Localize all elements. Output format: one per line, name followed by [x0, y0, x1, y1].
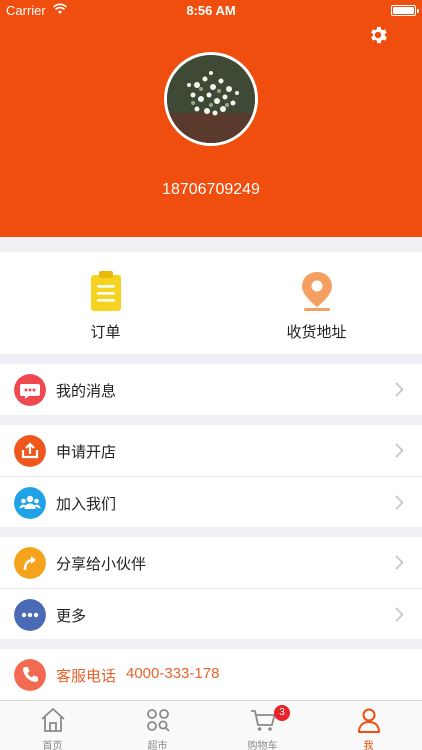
customer-hotline-number: 4000-333-178 — [126, 665, 220, 682]
user-phone-number: 18706709249 — [162, 181, 260, 198]
grid-search-icon — [146, 709, 170, 732]
message-bubble-icon — [14, 374, 46, 406]
my-messages-row[interactable]: 我的消息 — [0, 364, 422, 415]
cart-icon — [250, 710, 275, 731]
more-dots-icon — [14, 599, 46, 631]
tab-bar: 首页 超市 3 购物车 我 — [0, 700, 422, 750]
share-row[interactable]: 分享给小伙伴 — [0, 537, 422, 588]
chevron-right-icon — [395, 607, 404, 622]
more-label: 更多 — [56, 607, 87, 625]
orders-label: 订单 — [90, 323, 121, 341]
home-icon — [40, 708, 65, 732]
join-us-label: 加入我们 — [56, 495, 117, 513]
tab-home-label: 首页 — [42, 741, 63, 750]
location-pin-icon — [301, 272, 332, 311]
menu-group-share: 分享给小伙伴 更多 — [0, 537, 422, 639]
tab-me-label: 我 — [363, 741, 374, 750]
tab-supermarket-label: 超市 — [147, 741, 168, 750]
tab-me[interactable]: 我 — [315, 701, 422, 750]
tab-cart-label: 购物车 — [247, 741, 278, 750]
customer-hotline-row[interactable]: 客服电话 4000-333-178 — [0, 649, 422, 700]
chevron-right-icon — [395, 443, 404, 458]
customer-hotline-label: 客服电话 — [56, 667, 117, 685]
open-store-label: 申请开店 — [56, 443, 117, 461]
shipping-address-button[interactable]: 收货地址 — [211, 252, 422, 354]
menu-group-messages: 我的消息 — [0, 364, 422, 415]
menu-group-business: 申请开店 加入我们 — [0, 425, 422, 527]
avatar-photo — [167, 55, 255, 143]
person-icon — [357, 708, 380, 733]
chevron-right-icon — [395, 555, 404, 570]
chevron-right-icon — [395, 495, 404, 510]
upload-box-icon — [14, 435, 46, 467]
open-store-row[interactable]: 申请开店 — [0, 425, 422, 476]
phone-icon — [14, 659, 46, 691]
clipboard-icon — [90, 271, 121, 311]
menu-group-hotline: 客服电话 4000-333-178 — [0, 649, 422, 700]
join-us-row[interactable]: 加入我们 — [0, 476, 422, 527]
shipping-address-label: 收货地址 — [286, 323, 347, 341]
tab-cart[interactable]: 3 购物车 — [210, 701, 315, 750]
clock: 8:56 AM — [186, 3, 236, 18]
battery-icon — [391, 5, 419, 16]
avatar[interactable] — [164, 52, 258, 146]
more-row[interactable]: 更多 — [0, 588, 422, 639]
status-bar: Carrier 8:56 AM — [0, 0, 422, 22]
orders-button[interactable]: 订单 — [0, 252, 211, 354]
profile-header: Carrier 8:56 AM 18706709249 — [0, 0, 422, 237]
cart-count-badge: 3 — [274, 705, 290, 721]
share-label: 分享给小伙伴 — [56, 555, 147, 573]
tab-home[interactable]: 首页 — [0, 701, 105, 750]
share-arrow-icon — [14, 547, 46, 579]
settings-gear-icon[interactable] — [367, 24, 389, 46]
quick-actions: 订单 收货地址 — [0, 252, 422, 354]
people-group-icon — [14, 487, 46, 519]
tab-supermarket[interactable]: 超市 — [105, 701, 210, 750]
my-messages-label: 我的消息 — [56, 382, 117, 400]
chevron-right-icon — [395, 382, 404, 397]
